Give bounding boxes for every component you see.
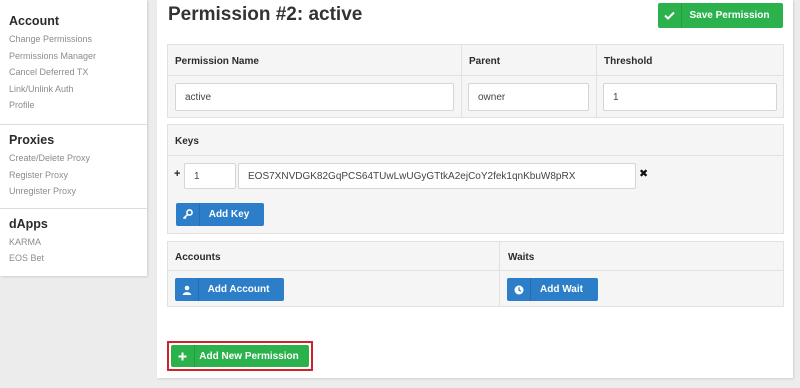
sidebar-item-link-unlink-auth[interactable]: Link/Unlink Auth bbox=[9, 81, 138, 98]
parent-field[interactable]: owner bbox=[468, 83, 589, 111]
sidebar-item-register-proxy[interactable]: Register Proxy bbox=[9, 167, 138, 184]
parent-header: Parent bbox=[469, 56, 501, 67]
threshold-field[interactable]: 1 bbox=[603, 83, 777, 111]
threshold-header: Threshold bbox=[604, 56, 653, 67]
sidebar-item-permissions-manager[interactable]: Permissions Manager bbox=[9, 48, 138, 65]
sidebar-section-account: Account Change Permissions Permissions M… bbox=[0, 0, 147, 125]
key-weight-field[interactable]: 1 bbox=[184, 163, 236, 189]
sidebar-item-karma[interactable]: KARMA bbox=[9, 234, 138, 251]
sidebar-section-proxies: Proxies Create/Delete Proxy Register Pro… bbox=[0, 125, 147, 209]
save-permission-button[interactable]: Save Permission bbox=[658, 3, 783, 28]
sidebar-item-cancel-deferred-tx[interactable]: Cancel Deferred TX bbox=[9, 64, 138, 81]
add-account-button[interactable]: Add Account bbox=[175, 278, 284, 301]
sidebar-heading-dapps: dApps bbox=[9, 216, 48, 231]
public-key-field[interactable]: EOS7XNVDGK82GqPCS64TUwLwUGyGTtkA2ejCoY2f… bbox=[238, 163, 636, 189]
permission-name-header: Permission Name bbox=[175, 56, 259, 67]
remove-key-icon[interactable]: ✖ bbox=[639, 167, 648, 180]
page-title: Permission #2: active bbox=[168, 4, 363, 25]
add-key-button[interactable]: Add Key bbox=[176, 203, 264, 226]
add-new-permission-button[interactable]: Add New Permission bbox=[171, 345, 309, 367]
permission-card: Permission #2: active Save Permission Pe… bbox=[157, 0, 793, 378]
save-permission-label: Save Permission bbox=[689, 10, 770, 21]
keys-panel: Keys + 1 EOS7XNVDGK82GqPCS64TUwLwUGyGTtk… bbox=[167, 124, 784, 234]
sidebar-section-dapps: dApps KARMA EOS Bet bbox=[0, 209, 147, 273]
sidebar: Account Change Permissions Permissions M… bbox=[0, 0, 147, 276]
sidebar-item-create-delete-proxy[interactable]: Create/Delete Proxy bbox=[9, 150, 138, 167]
add-wait-button[interactable]: Add Wait bbox=[507, 278, 598, 301]
add-key-label: Add Key bbox=[208, 209, 250, 220]
check-icon bbox=[658, 3, 682, 28]
sidebar-item-unregister-proxy[interactable]: Unregister Proxy bbox=[9, 183, 138, 200]
add-new-permission-label: Add New Permission bbox=[199, 350, 299, 362]
sidebar-heading-account: Account bbox=[9, 14, 59, 28]
sidebar-item-eos-bet[interactable]: EOS Bet bbox=[9, 250, 138, 267]
clock-icon bbox=[507, 278, 531, 301]
sidebar-item-change-permissions[interactable]: Change Permissions bbox=[9, 31, 138, 48]
key-icon bbox=[176, 203, 200, 226]
add-account-label: Add Account bbox=[207, 284, 270, 295]
sidebar-heading-proxies: Proxies bbox=[9, 132, 55, 147]
add-wait-label: Add Wait bbox=[540, 284, 583, 295]
permission-panel: Permission Name Parent Threshold active … bbox=[167, 44, 784, 118]
user-icon bbox=[175, 278, 199, 301]
plus-icon: + bbox=[174, 168, 181, 180]
accounts-waits-panel: Accounts Waits Add Account Add Wait bbox=[167, 241, 784, 307]
sidebar-item-profile[interactable]: Profile bbox=[9, 97, 138, 114]
waits-header: Waits bbox=[508, 252, 535, 263]
accounts-header: Accounts bbox=[175, 252, 221, 263]
keys-header: Keys bbox=[175, 136, 199, 147]
plus-icon bbox=[171, 345, 195, 367]
permission-name-field[interactable]: active bbox=[175, 83, 454, 111]
